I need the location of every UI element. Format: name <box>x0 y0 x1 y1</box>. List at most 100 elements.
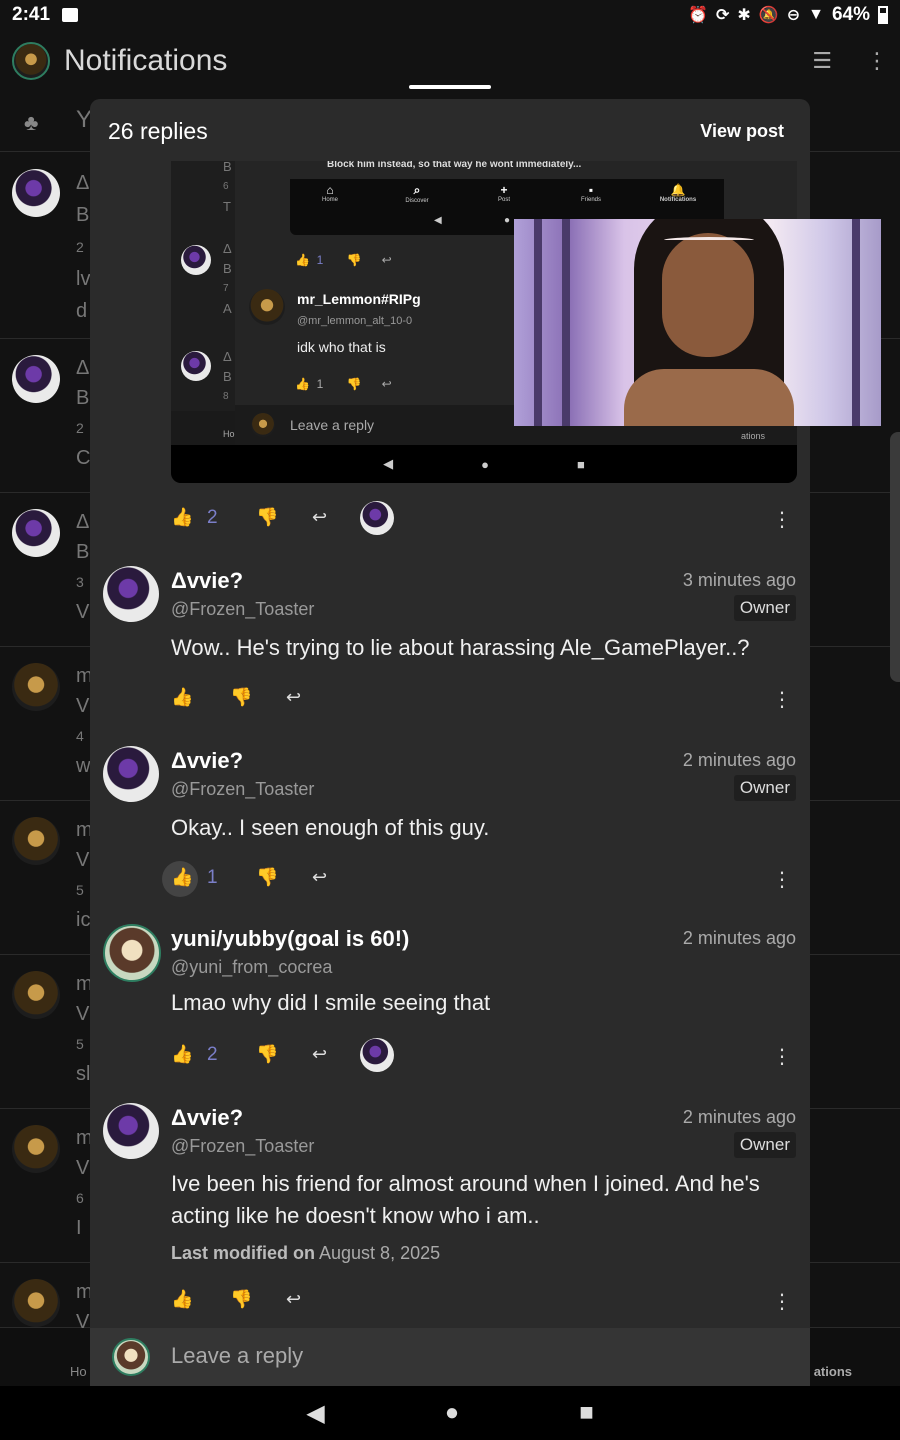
dislike-icon[interactable]: 👎 <box>230 1289 252 1310</box>
like-icon: 👍 <box>295 253 310 267</box>
avatar <box>181 351 211 381</box>
video-frame-detail <box>664 237 754 243</box>
recents-icon[interactable]: ■ <box>579 1399 594 1427</box>
avatar <box>12 509 60 557</box>
comment-author[interactable]: yuni/yubby(goal is 60!) <box>171 926 409 952</box>
battery-percent: 64% <box>831 4 870 25</box>
liked-by-avatar[interactable] <box>360 1038 394 1072</box>
like-icon[interactable]: 👍 <box>171 687 193 708</box>
screenshot-top-text: Block him instead, so that way he wont i… <box>327 161 582 170</box>
screenshot-tab: ⌕ Discover <box>405 183 429 204</box>
screenshot-reactions: 👍 1 👎 ↩ <box>295 377 392 391</box>
dislike-icon[interactable]: 👎 <box>230 687 252 708</box>
comment-author[interactable]: Δvvie? <box>171 568 243 594</box>
reply-icon[interactable]: ↩ <box>312 1044 327 1065</box>
screenshot-text: ΔB7A <box>223 241 232 316</box>
sync-icon: ⟳ <box>715 7 730 24</box>
screenshot-text: ΔB8 <box>223 349 232 402</box>
dislike-icon[interactable]: 👎 <box>256 1044 278 1065</box>
reply-icon[interactable]: ↩ <box>312 867 327 888</box>
avatar[interactable] <box>103 1103 159 1159</box>
comment-actions: 👍 👎 ↩ ⋮ <box>90 1281 810 1321</box>
status-time: 2:41 <box>12 4 51 25</box>
screenshot-username: mr_Lemmon#RIPg <box>297 291 421 307</box>
more-vert-icon[interactable]: ⋮ <box>772 1289 792 1314</box>
reply-icon: ↩ <box>381 377 392 391</box>
home-icon[interactable]: ● <box>445 1399 460 1427</box>
screenshot-nav-right: ations <box>740 431 765 441</box>
avatar <box>12 355 60 403</box>
alarm-icon: ⏰ <box>688 7 708 24</box>
dnd-icon: ⊖ <box>786 7 801 24</box>
comment-actions: 👍 2 👎 ↩ ⋮ <box>90 1036 810 1076</box>
comment-actions: 👍 👎 ↩ ⋮ <box>90 679 810 719</box>
reply-composer[interactable]: Leave a reply <box>90 1328 810 1386</box>
dislike-icon: 👎 <box>346 377 362 391</box>
reply-input[interactable]: Leave a reply <box>171 1343 303 1369</box>
mute-icon: 🔕 <box>758 7 779 24</box>
pip-video[interactable] <box>514 219 881 426</box>
group-icon: ♣ <box>24 110 39 135</box>
system-nav: ◀ ● ■ <box>0 1386 900 1440</box>
avatar <box>12 817 60 865</box>
reply-count: 26 replies <box>108 117 208 144</box>
reply-icon[interactable]: ↩ <box>286 1289 301 1310</box>
like-count: 2 <box>207 1044 218 1065</box>
avatar[interactable] <box>103 924 161 982</box>
reply-icon: ↩ <box>381 253 392 267</box>
more-vert-icon[interactable]: ⋮ <box>772 507 792 532</box>
liked-by-avatar[interactable] <box>360 501 394 535</box>
page-title: Notifications <box>64 44 228 77</box>
back-icon: ◀ <box>383 456 394 471</box>
sheet-drag-handle[interactable] <box>409 85 491 89</box>
reply-icon[interactable]: ↩ <box>312 507 327 528</box>
avatar <box>112 1338 150 1376</box>
comment-text: Ive been his friend for almost around wh… <box>171 1171 760 1228</box>
back-icon[interactable]: ◀ <box>306 1399 324 1428</box>
more-vert-icon[interactable]: ⋮ <box>866 48 888 74</box>
screenshot-handle: @mr_lemmon_alt_10-0 <box>297 315 413 327</box>
dislike-icon: 👎 <box>346 253 362 267</box>
more-vert-icon[interactable]: ⋮ <box>772 687 792 712</box>
comment-author[interactable]: Δvvie? <box>171 1105 243 1131</box>
reply-icon[interactable]: ↩ <box>286 687 301 708</box>
scrollbar[interactable] <box>890 432 900 682</box>
notification-text: Δ B 2 lv d <box>76 172 91 322</box>
sheet-header: 26 replies View post <box>90 99 810 163</box>
comment-actions: 👍 1 👎 ↩ ⋮ <box>90 859 810 899</box>
comment-time: 2 minutes ago <box>682 1107 796 1127</box>
avatar <box>12 1125 60 1173</box>
video-frame-detail <box>624 369 794 426</box>
screenshot-home-icon: ● <box>504 215 511 226</box>
comment-text: Okay.. I seen enough of this guy. <box>171 815 490 840</box>
comment-handle: @Frozen_Toaster <box>171 599 315 619</box>
comment-author[interactable]: Δvvie? <box>171 748 243 774</box>
more-vert-icon[interactable]: ⋮ <box>772 867 792 892</box>
avatar[interactable] <box>103 566 159 622</box>
recents-icon: ■ <box>577 456 585 472</box>
dislike-icon[interactable]: 👎 <box>256 867 278 888</box>
filter-icon[interactable]: ☰ <box>812 48 832 74</box>
app-bar: Notifications ☰ ⋮ <box>0 30 900 92</box>
nav-home-label[interactable]: Ho <box>70 1364 87 1379</box>
like-icon[interactable]: 👍 <box>171 867 193 888</box>
screenshot-tab: 🔔 Notifications <box>659 183 697 203</box>
avatar <box>12 663 60 711</box>
like-count: 1 <box>207 867 218 888</box>
like-icon[interactable]: 👍 <box>171 1044 193 1065</box>
more-vert-icon[interactable]: ⋮ <box>772 1044 792 1069</box>
avatar <box>251 413 275 437</box>
screenshot-tab: ⌂ Home <box>321 183 338 203</box>
bluetooth-icon: ✱ <box>737 7 751 24</box>
profile-avatar[interactable] <box>12 42 50 80</box>
like-icon[interactable]: 👍 <box>171 1289 193 1310</box>
nav-notifications-label[interactable]: ations <box>814 1364 852 1379</box>
like-count: 2 <box>207 507 218 528</box>
dislike-icon[interactable]: 👎 <box>256 507 278 528</box>
comment-time: 2 minutes ago <box>682 750 796 770</box>
comment-actions: 👍 2 👎 ↩ ⋮ <box>90 499 810 539</box>
view-post-button[interactable]: View post <box>700 121 784 142</box>
wifi-icon: ▼ <box>808 6 824 23</box>
like-icon[interactable]: 👍 <box>171 507 193 528</box>
avatar[interactable] <box>103 746 159 802</box>
